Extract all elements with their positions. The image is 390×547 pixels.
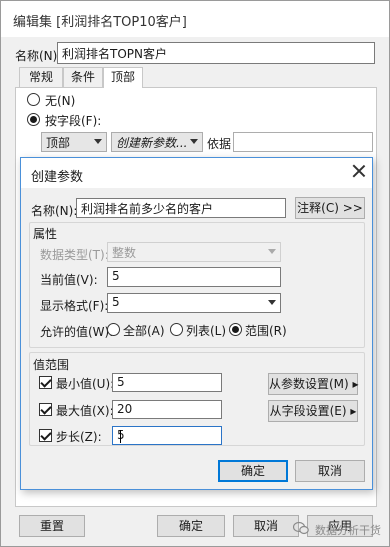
top-bottom-select[interactable]: 顶部 xyxy=(41,132,107,152)
current-value-input[interactable]: 5 xyxy=(107,267,281,287)
max-value-input[interactable]: 20 xyxy=(112,400,222,419)
text-cursor xyxy=(120,430,121,443)
edit-dialog-title-bar: 编辑集 [利润排名TOP10客户] xyxy=(1,1,389,37)
tab-condition[interactable]: 条件 xyxy=(63,67,103,87)
tab-general[interactable]: 常规 xyxy=(19,67,63,87)
value-range-group-label: 值范围 xyxy=(33,358,70,372)
min-value-checkbox[interactable] xyxy=(39,376,52,389)
step-size-checkbox[interactable] xyxy=(39,429,52,442)
comment-button[interactable]: 注释(C) >> xyxy=(295,197,365,219)
properties-group-label: 属性 xyxy=(33,227,58,241)
chevron-down-icon xyxy=(268,300,276,305)
max-value-checkbox[interactable] xyxy=(39,403,52,416)
min-value-input[interactable]: 5 xyxy=(112,373,222,392)
param-name-input[interactable]: 利润排名前多少名的客户 xyxy=(76,198,286,218)
chevron-down-icon xyxy=(268,249,276,254)
param-cancel-button[interactable]: 取消 xyxy=(295,460,365,482)
data-type-select[interactable]: 整数 xyxy=(107,242,281,262)
radio-by-field[interactable] xyxy=(27,113,40,126)
chevron-down-icon xyxy=(94,139,102,144)
data-type-label: 数据类型(T): xyxy=(40,248,109,262)
count-select-value: 创建新参数... xyxy=(116,136,188,150)
param-ok-button[interactable]: 确定 xyxy=(218,460,288,482)
param-dialog-title-bar: 创建参数 xyxy=(21,158,372,188)
set-from-parameter-button[interactable]: 从参数设置(M) ▸ xyxy=(268,373,359,395)
wechat-icon xyxy=(293,521,309,535)
watermark: 数据分析干货 xyxy=(293,518,388,540)
basis-label: 依据 xyxy=(207,137,232,151)
chevron-down-icon xyxy=(190,139,198,144)
radio-allowed-range[interactable] xyxy=(229,323,242,336)
edit-ok-button[interactable]: 确定 xyxy=(157,515,225,537)
display-format-select[interactable]: 5 xyxy=(107,293,281,313)
set-name-input[interactable]: 利润排名TOPN客户 xyxy=(57,42,375,64)
radio-allowed-list[interactable] xyxy=(170,323,183,336)
step-size-input[interactable]: 5 xyxy=(112,426,222,445)
radio-allowed-list-label: 列表(L) xyxy=(186,324,227,338)
data-type-value: 整数 xyxy=(112,246,137,260)
radio-none-label: 无(N) xyxy=(45,94,76,108)
top-bottom-select-value: 顶部 xyxy=(46,136,71,150)
radio-allowed-all-label: 全部(A) xyxy=(123,324,165,338)
display-format-value: 5 xyxy=(112,295,120,309)
step-size-label: 步长(Z): xyxy=(56,430,102,444)
radio-allowed-range-label: 范围(R) xyxy=(245,324,287,338)
create-parameter-dialog: 创建参数 名称(N): 利润排名前多少名的客户 注释(C) >> 属性 数据类型… xyxy=(20,157,373,490)
display-format-label: 显示格式(F): xyxy=(40,299,109,313)
set-name-label: 名称(N): xyxy=(15,49,62,63)
count-select[interactable]: 创建新参数... xyxy=(111,132,203,152)
watermark-text: 数据分析干货 xyxy=(315,524,381,537)
param-dialog-title: 创建参数 xyxy=(31,170,84,185)
edit-cancel-button[interactable]: 取消 xyxy=(233,515,299,537)
radio-none[interactable] xyxy=(27,93,40,106)
max-value-label: 最大值(X): xyxy=(56,404,114,418)
edit-dialog-title: 编辑集 [利润排名TOP10客户] xyxy=(13,15,187,30)
param-name-label: 名称(N): xyxy=(31,204,78,218)
basis-field-select[interactable] xyxy=(233,132,373,152)
min-value-label: 最小值(U): xyxy=(56,377,115,391)
current-value-label: 当前值(V): xyxy=(40,273,98,287)
allowed-values-label: 允许的值(W): xyxy=(40,325,114,339)
tab-top[interactable]: 顶部 xyxy=(103,67,143,88)
set-from-field-button[interactable]: 从字段设置(E) ▸ xyxy=(268,400,358,422)
reset-button[interactable]: 重置 xyxy=(19,515,85,537)
radio-by-field-label: 按字段(F): xyxy=(45,114,102,128)
close-icon[interactable] xyxy=(351,163,367,179)
radio-allowed-all[interactable] xyxy=(107,323,120,336)
